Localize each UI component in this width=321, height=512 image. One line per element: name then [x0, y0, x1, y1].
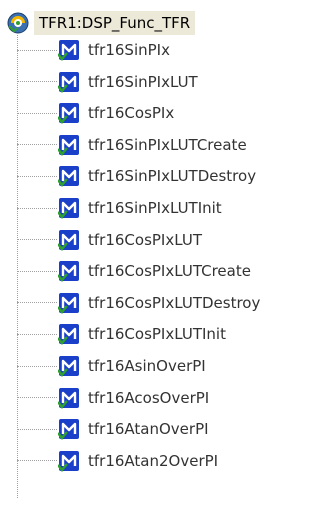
tree-branch-line: [17, 397, 57, 399]
tree-item-label: tfr16CosPIx: [88, 104, 175, 123]
tree-item[interactable]: tfr16AsinOverPI: [17, 352, 206, 380]
tree-branch-line: [17, 175, 57, 177]
tree-item[interactable]: tfr16SinPIxLUTInit: [17, 194, 222, 222]
tree-branch-line: [17, 207, 57, 209]
tree-item[interactable]: tfr16Atan2OverPI: [17, 447, 218, 475]
tree-branch-line: [17, 302, 57, 304]
component-tree: TFR1:DSP_Func_TFR tfr16SinPIx tfr16SinPIx…: [0, 0, 321, 512]
tree-item[interactable]: tfr16CosPIxLUTCreate: [17, 257, 251, 285]
tree-item-label: tfr16SinPIxLUTDestroy: [88, 167, 257, 186]
tree-branch-line: [17, 81, 57, 83]
method-m-icon: [57, 450, 80, 472]
tree-branch-line: [17, 112, 57, 114]
tree-branch-line: [17, 239, 57, 241]
module-gear-icon: [6, 11, 30, 35]
tree-item-label: tfr16CosPIxLUTDestroy: [88, 293, 261, 312]
tree-item-label: tfr16CosPIxLUTCreate: [88, 262, 251, 281]
method-m-icon: [57, 102, 80, 125]
tree-item[interactable]: tfr16AcosOverPI: [17, 384, 209, 412]
tree-item-label: tfr16Atan2OverPI: [88, 451, 219, 470]
method-m-icon: [57, 292, 80, 314]
method-m-icon: [57, 197, 80, 219]
tree-item[interactable]: tfr16SinPIxLUTCreate: [17, 131, 247, 159]
tree-item[interactable]: tfr16CosPIxLUTInit: [17, 320, 226, 348]
tree-item-label: tfr16AsinOverPI: [88, 357, 206, 375]
tree-branch-line: [17, 144, 57, 146]
tree-item[interactable]: tfr16SinPIxLUTDestroy: [17, 162, 256, 190]
method-m-icon: [57, 323, 80, 346]
tree-item-label: tfr16CosPIxLUT: [88, 230, 202, 249]
tree-root-node[interactable]: TFR1:DSP_Func_TFR: [6, 8, 196, 38]
tree-item-label: tfr16SinPIxLUTCreate: [88, 135, 247, 154]
tree-item[interactable]: tfr16CosPIxLUTDestroy: [17, 289, 260, 317]
tree-branch-line: [17, 49, 57, 51]
tree-branch-line: [17, 460, 57, 462]
tree-item[interactable]: tfr16SinPIxLUT: [17, 68, 198, 96]
tree-item[interactable]: tfr16AtanOverPI: [17, 415, 209, 443]
tree-item-label: tfr16SinPIxLUTInit: [88, 199, 222, 217]
method-m-icon: [57, 260, 80, 283]
tree-branch-line: [17, 333, 57, 335]
tree-branch-line: [17, 270, 57, 272]
tree-item-label: tfr16SinPIx: [88, 41, 170, 59]
method-m-icon: [57, 418, 80, 441]
tree-root-label: TFR1:DSP_Func_TFR: [34, 11, 196, 35]
tree-branch-line: [17, 428, 57, 430]
method-m-icon: [57, 229, 80, 251]
tree-item-label: tfr16CosPIxLUTInit: [88, 325, 226, 344]
tree-item-label: tfr16SinPIxLUT: [88, 72, 198, 91]
tree-branch-line: [17, 365, 57, 367]
tree-item[interactable]: tfr16SinPIx: [17, 36, 170, 64]
tree-item[interactable]: tfr16CosPIx: [17, 99, 174, 127]
tree-item-label: tfr16AtanOverPI: [88, 420, 209, 439]
method-m-icon: [57, 134, 80, 156]
method-m-icon: [57, 165, 80, 188]
tree-item[interactable]: tfr16CosPIxLUT: [17, 226, 202, 254]
method-m-icon: [57, 71, 80, 93]
method-m-icon: [57, 387, 80, 409]
method-m-icon: [57, 39, 80, 61]
method-m-icon: [57, 355, 80, 377]
tree-item-label: tfr16AcosOverPI: [88, 388, 210, 407]
